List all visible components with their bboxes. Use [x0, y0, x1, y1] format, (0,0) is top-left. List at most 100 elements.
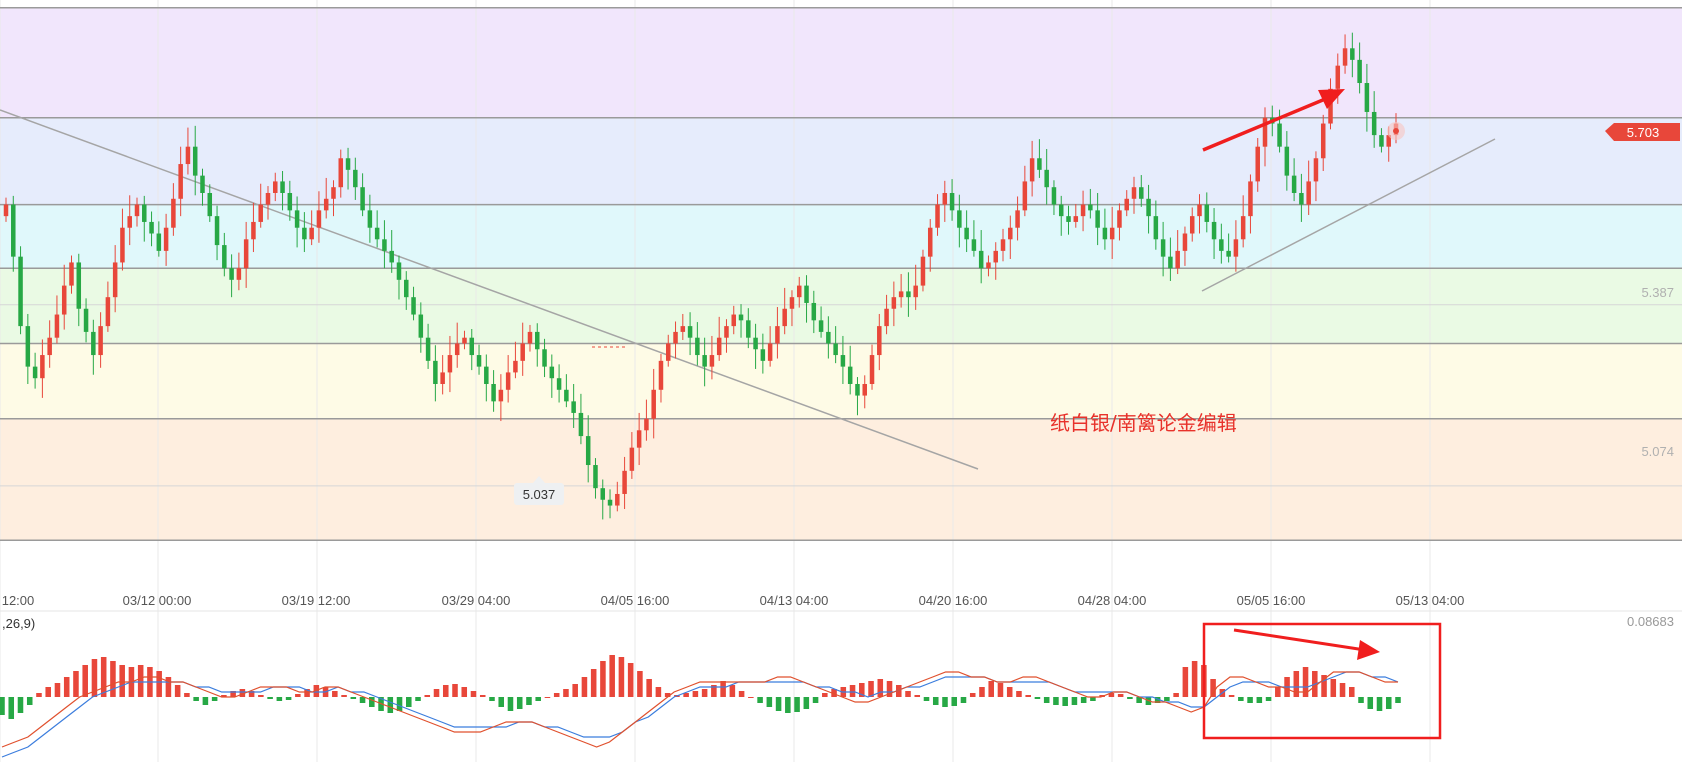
macd-bar [1164, 697, 1170, 701]
candle-body [149, 221, 154, 234]
x-tick-label: 05/05 16:00 [1237, 593, 1306, 608]
macd-bar [1275, 687, 1281, 697]
candle-body [214, 216, 220, 246]
macd-bar [174, 685, 181, 697]
candle-body [695, 337, 700, 356]
macd-bar [45, 687, 51, 697]
macd-bar [1367, 697, 1374, 709]
macd-bar [969, 693, 976, 697]
candle-body [287, 192, 293, 211]
candle-body [462, 337, 467, 344]
macd-bar [553, 693, 560, 697]
macd-bar [1043, 697, 1050, 703]
candle-body [731, 314, 737, 327]
candle-body [258, 204, 263, 222]
candle-body [1109, 227, 1115, 240]
candle-body [120, 227, 125, 263]
macd-bar [63, 677, 70, 697]
macd-bar [951, 697, 958, 706]
candle-body [185, 146, 191, 165]
macd-bar [489, 697, 495, 701]
candle [18, 246, 23, 335]
candle-body [1379, 135, 1384, 147]
candle-body [1117, 210, 1122, 228]
candle-body [360, 187, 365, 211]
candle-body [724, 326, 729, 338]
price-chart[interactable]: 5.387 5.074 5.703 5.037 纸白银/南篱论金编辑 12:00… [0, 0, 1682, 762]
macd-bar [387, 697, 394, 713]
macd-bar [1330, 679, 1337, 697]
candle-body [498, 389, 504, 402]
current-price-text: 5.703 [1627, 125, 1660, 140]
candle-body [1371, 111, 1377, 136]
low-marker-text: 5.037 [523, 487, 556, 502]
macd-bar [590, 669, 597, 697]
candle-body [440, 372, 445, 384]
macd-dea-line [1, 671, 1399, 758]
candle-body [54, 314, 60, 338]
x-tick-label: 04/05 16:00 [601, 593, 670, 608]
candle-body [447, 355, 453, 373]
macd-bar [202, 697, 209, 705]
candle-body [61, 285, 67, 315]
candle-body [1044, 169, 1049, 188]
candle-body [433, 360, 438, 384]
macd-bar [803, 697, 810, 709]
macd-bar [396, 697, 403, 711]
macd-bar [452, 684, 458, 697]
macd-bar [692, 691, 699, 697]
macd-bar [701, 689, 708, 697]
candle-body [156, 233, 162, 251]
candle-body [454, 343, 460, 356]
macd-bar [433, 689, 440, 697]
macd-bar [600, 661, 606, 697]
x-tick-label: 04/20 16:00 [919, 593, 988, 608]
candle-body [1284, 146, 1290, 176]
macd-bar [1080, 697, 1087, 703]
candle-body [891, 297, 897, 309]
candle-body [1160, 239, 1166, 257]
candle-body [469, 337, 475, 356]
candle-body [1313, 158, 1319, 182]
candle-body [76, 262, 82, 309]
candle-body [673, 331, 678, 344]
macd-bar [1265, 697, 1272, 701]
x-tick-label: 03/29 04:00 [442, 593, 511, 608]
candle-body [389, 250, 394, 263]
macd-bar [73, 671, 79, 697]
candle-body [920, 256, 926, 286]
candle-body [556, 378, 562, 390]
candle-body [40, 355, 45, 379]
macd-bar [54, 683, 61, 697]
candle-body [716, 337, 722, 356]
candle-body [236, 268, 242, 280]
candle-body [833, 343, 838, 356]
candle-body [32, 366, 38, 379]
macd-bar [211, 697, 218, 701]
macd-bar [526, 697, 532, 705]
candle-body [331, 187, 336, 199]
macd-bar [627, 663, 634, 697]
candle-body [476, 355, 482, 367]
macd-bar [507, 697, 514, 711]
macd-bar [932, 697, 939, 705]
macd-bar [26, 697, 33, 705]
macd-bar [1247, 697, 1253, 703]
candle-body [345, 158, 351, 170]
watermark-text: 纸白银/南篱论金编辑 [1050, 411, 1237, 435]
candle-body [1320, 123, 1326, 159]
macd-bar [498, 697, 505, 707]
macd-bar [258, 695, 264, 697]
macd-bar [794, 697, 800, 712]
macd-bar [285, 697, 292, 700]
macd-bar [100, 657, 107, 697]
candle-body [636, 430, 642, 448]
macd-bar [877, 679, 884, 697]
candle-body [1182, 233, 1188, 251]
macd-bar [369, 697, 375, 707]
candle-body [869, 355, 875, 384]
candle-body [1342, 48, 1348, 66]
candle-body [18, 256, 23, 327]
candle-body [1357, 59, 1362, 84]
candle-body [1139, 187, 1144, 199]
